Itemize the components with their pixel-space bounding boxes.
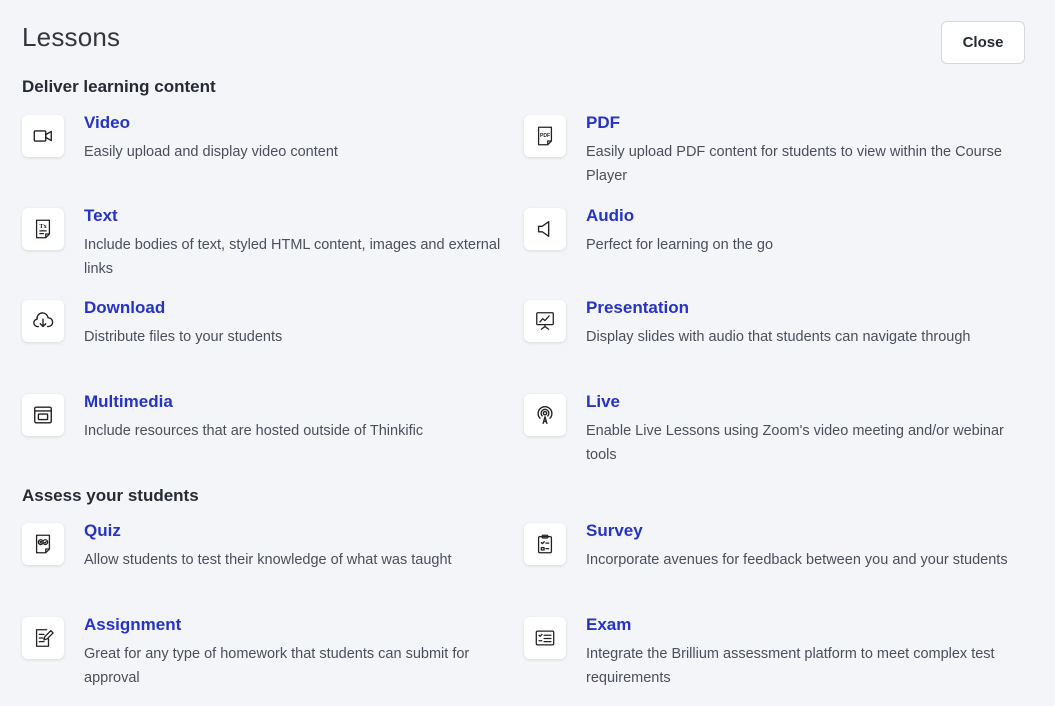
assessment-description: Great for any type of homework that stud… <box>84 646 470 686</box>
lesson-title[interactable]: Audio <box>586 206 634 226</box>
pdf-icon: PDF <box>524 115 566 157</box>
lesson-title[interactable]: Presentation <box>586 298 689 318</box>
live-broadcast-icon <box>524 394 566 436</box>
lesson-description: Include resources that are hosted outsid… <box>84 423 424 439</box>
lesson-title[interactable]: Text <box>84 206 118 226</box>
assessment-description: Incorporate avenues for feedback between… <box>586 552 1008 568</box>
survey-clipboard-icon <box>524 523 566 565</box>
panel-title: Lessons <box>22 22 121 52</box>
svg-text:Tx: Tx <box>39 223 47 230</box>
lesson-title[interactable]: Multimedia <box>84 392 173 412</box>
multimedia-icon <box>22 394 64 436</box>
quiz-icon <box>22 523 64 565</box>
assessment-description: Integrate the Brillium assessment platfo… <box>586 646 995 686</box>
lesson-title[interactable]: Video <box>84 113 130 133</box>
assessment-title[interactable]: Assignment <box>84 615 181 635</box>
lesson-title[interactable]: Live <box>586 392 620 412</box>
close-button[interactable]: Close <box>941 21 1025 64</box>
assessment-title[interactable]: Quiz <box>84 521 121 541</box>
video-icon <box>22 115 64 157</box>
cloud-download-icon <box>22 300 64 342</box>
section-title-assess: Assess your students <box>22 486 199 505</box>
lesson-title[interactable]: PDF <box>586 113 620 133</box>
presentation-icon <box>524 300 566 342</box>
exam-icon <box>524 617 566 659</box>
assignment-icon <box>22 617 64 659</box>
lesson-description: Perfect for learning on the go <box>586 237 774 253</box>
lesson-description: Display slides with audio that students … <box>586 329 971 345</box>
audio-icon <box>524 208 566 250</box>
lesson-description: Enable Live Lessons using Zoom's video m… <box>586 423 1004 463</box>
assessment-title[interactable]: Survey <box>586 521 643 541</box>
lesson-description: Distribute files to your students <box>84 329 283 345</box>
section-title-deliver: Deliver learning content <box>22 77 216 96</box>
text-icon: Tx <box>22 208 64 250</box>
assessment-description: Allow students to test their knowledge o… <box>84 552 452 568</box>
lesson-description: Easily upload and display video content <box>84 144 338 160</box>
assessment-title[interactable]: Exam <box>586 615 631 635</box>
lesson-title[interactable]: Download <box>84 298 165 318</box>
svg-text:PDF: PDF <box>540 133 550 139</box>
lesson-description: Easily upload PDF content for students t… <box>586 144 1002 184</box>
lesson-description: Include bodies of text, styled HTML cont… <box>84 237 501 277</box>
